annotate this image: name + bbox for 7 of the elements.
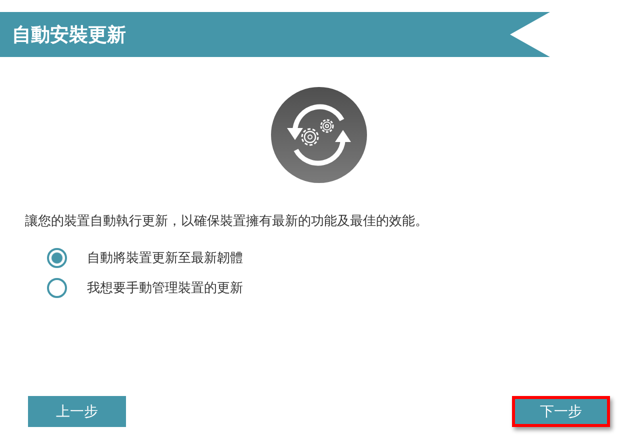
radio-button[interactable]	[47, 248, 67, 268]
update-gears-icon	[270, 86, 368, 184]
description-text: 讓您的裝置自動執行更新，以確保裝置擁有最新的功能及最佳的效能。	[25, 213, 429, 230]
option-label[interactable]: 自動將裝置更新至最新韌體	[87, 249, 243, 267]
radio-button[interactable]	[47, 278, 67, 298]
option-label[interactable]: 我想要手動管理裝置的更新	[87, 279, 243, 297]
page-title: 自動安裝更新	[12, 22, 126, 48]
